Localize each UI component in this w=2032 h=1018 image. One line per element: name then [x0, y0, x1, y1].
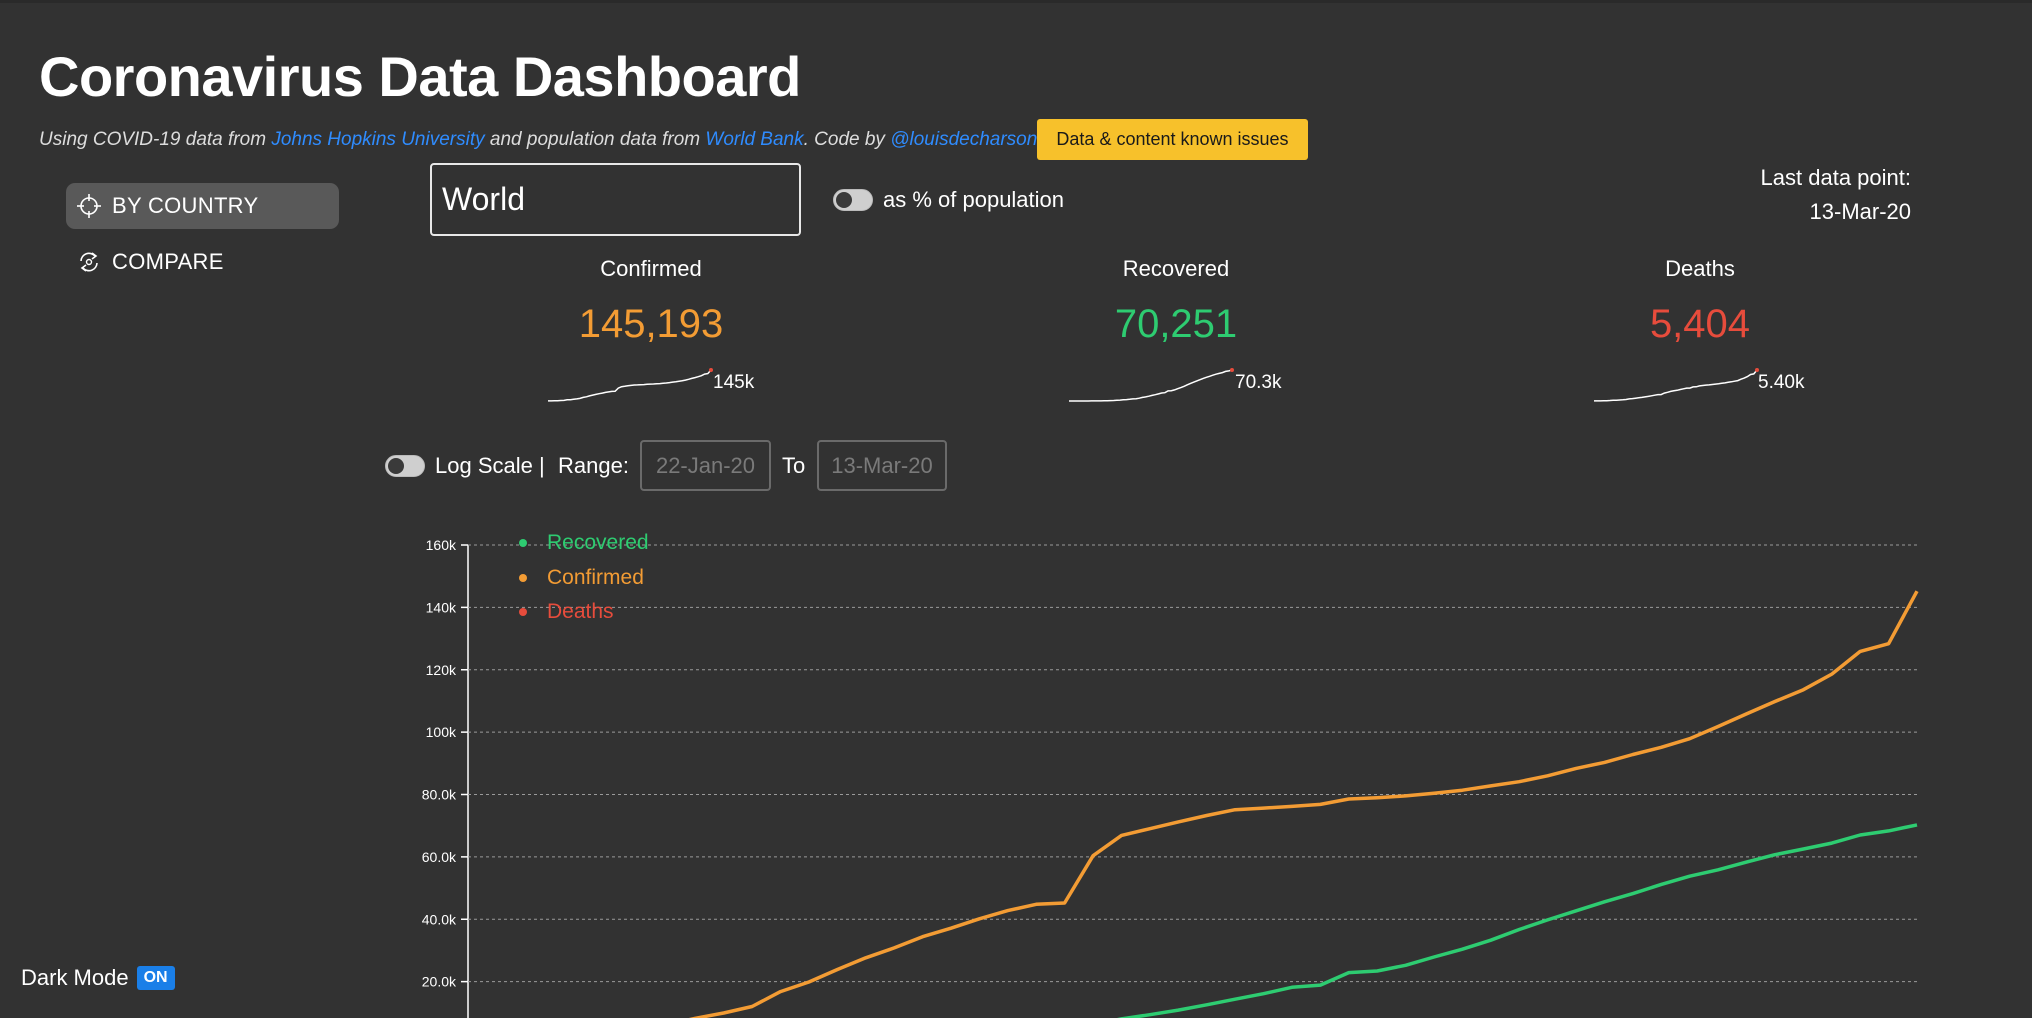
y-tick-label: 40.0k [422, 911, 457, 927]
log-scale-label: Log Scale | [435, 453, 545, 478]
stat-recovered-label: Recovered [1122, 256, 1230, 281]
stat-confirmed-label: Confirmed [600, 256, 702, 281]
legend-confirmed-dot [519, 574, 527, 582]
nav-compare[interactable]: COMPARE [66, 239, 339, 285]
last-data-point-label: Last data point: [1760, 165, 1911, 190]
legend-recovered-label: Recovered [547, 531, 649, 554]
sparkline-deaths-label: 5.40k [1758, 372, 1805, 393]
last-data-point: Last data point: 13-Mar-20 [1761, 161, 1911, 229]
sparkline-confirmed [548, 368, 713, 402]
page-title: Coronavirus Data Dashboard [39, 45, 801, 108]
stat-deaths: Deaths 5,404 [1550, 256, 1850, 347]
legend-deaths-dot [519, 608, 527, 616]
y-tick-label: 120k [426, 662, 457, 678]
subtitle-mid: and population data from [489, 129, 701, 150]
sparkline-deaths [1594, 368, 1759, 402]
sparkline-confirmed-label: 145k [713, 372, 755, 393]
range-to-input[interactable] [817, 440, 947, 491]
stat-deaths-label: Deaths [1665, 256, 1735, 281]
subtitle-prefix: Using COVID-19 data from [39, 129, 267, 150]
y-tick-label: 140k [426, 599, 457, 615]
legend-recovered-dot [519, 539, 527, 547]
sparkline-confirmed-line [548, 369, 712, 402]
author-link[interactable]: @louisdecharson [890, 129, 1037, 151]
population-toggle[interactable] [833, 189, 873, 211]
crosshair-icon [76, 193, 102, 219]
legend-deaths-label: Deaths [547, 600, 614, 623]
known-issues-button[interactable]: Data & content known issues [1037, 119, 1308, 160]
country-input[interactable] [430, 163, 801, 236]
nav-compare-label: COMPARE [112, 249, 224, 274]
stat-deaths-value: 5,404 [1649, 302, 1751, 346]
sparkline-recovered [1069, 368, 1234, 402]
stat-confirmed-value: 145,193 [578, 302, 724, 346]
legend-confirmed[interactable]: Confirmed [519, 566, 644, 590]
nav-by-country[interactable]: BY COUNTRY [66, 183, 339, 229]
stat-recovered: Recovered 70,251 [1026, 256, 1326, 347]
dark-mode-badge: ON [136, 966, 175, 990]
dark-mode-toggle[interactable]: Dark Mode ON [21, 965, 175, 991]
stat-confirmed: Confirmed 145,193 [501, 256, 801, 347]
top-border [0, 0, 2032, 3]
log-scale-toggle[interactable] [385, 455, 425, 477]
sparkline-deaths-line [1594, 369, 1758, 402]
y-tick-label: 60.0k [422, 849, 457, 865]
series-line-recovered [1116, 823, 1918, 1018]
y-tick-label: 80.0k [422, 787, 457, 803]
compare-icon [76, 249, 102, 275]
legend-recovered[interactable]: Recovered [519, 531, 649, 555]
y-tick-label: 100k [426, 724, 457, 740]
range-to-label: To [782, 453, 806, 478]
population-toggle-label: as % of population [883, 187, 1065, 212]
y-tick-label: 160k [426, 537, 457, 553]
range-from-input[interactable] [640, 440, 771, 491]
subtitle-code: . Code by [803, 129, 885, 150]
page-subtitle: Using COVID-19 data from Johns Hopkins U… [39, 127, 1037, 153]
sparkline-recovered-label: 70.3k [1235, 372, 1282, 393]
sparkline-recovered-line [1069, 369, 1233, 402]
range-label: Range: [558, 453, 629, 478]
nav-by-country-label: BY COUNTRY [112, 193, 259, 218]
series-line-confirmed [688, 590, 1919, 1018]
sparkline-recovered-endpoint [1230, 368, 1234, 372]
worldbank-link[interactable]: World Bank [705, 129, 803, 151]
stat-recovered-value: 70,251 [1114, 302, 1238, 346]
dark-mode-label: Dark Mode [21, 965, 129, 990]
legend-confirmed-label: Confirmed [547, 566, 644, 589]
y-tick-label: 20.0k [422, 974, 457, 990]
jhu-link[interactable]: Johns Hopkins University [271, 129, 484, 151]
legend-deaths[interactable]: Deaths [519, 600, 614, 624]
last-data-point-date: 13-Mar-20 [1809, 199, 1911, 224]
